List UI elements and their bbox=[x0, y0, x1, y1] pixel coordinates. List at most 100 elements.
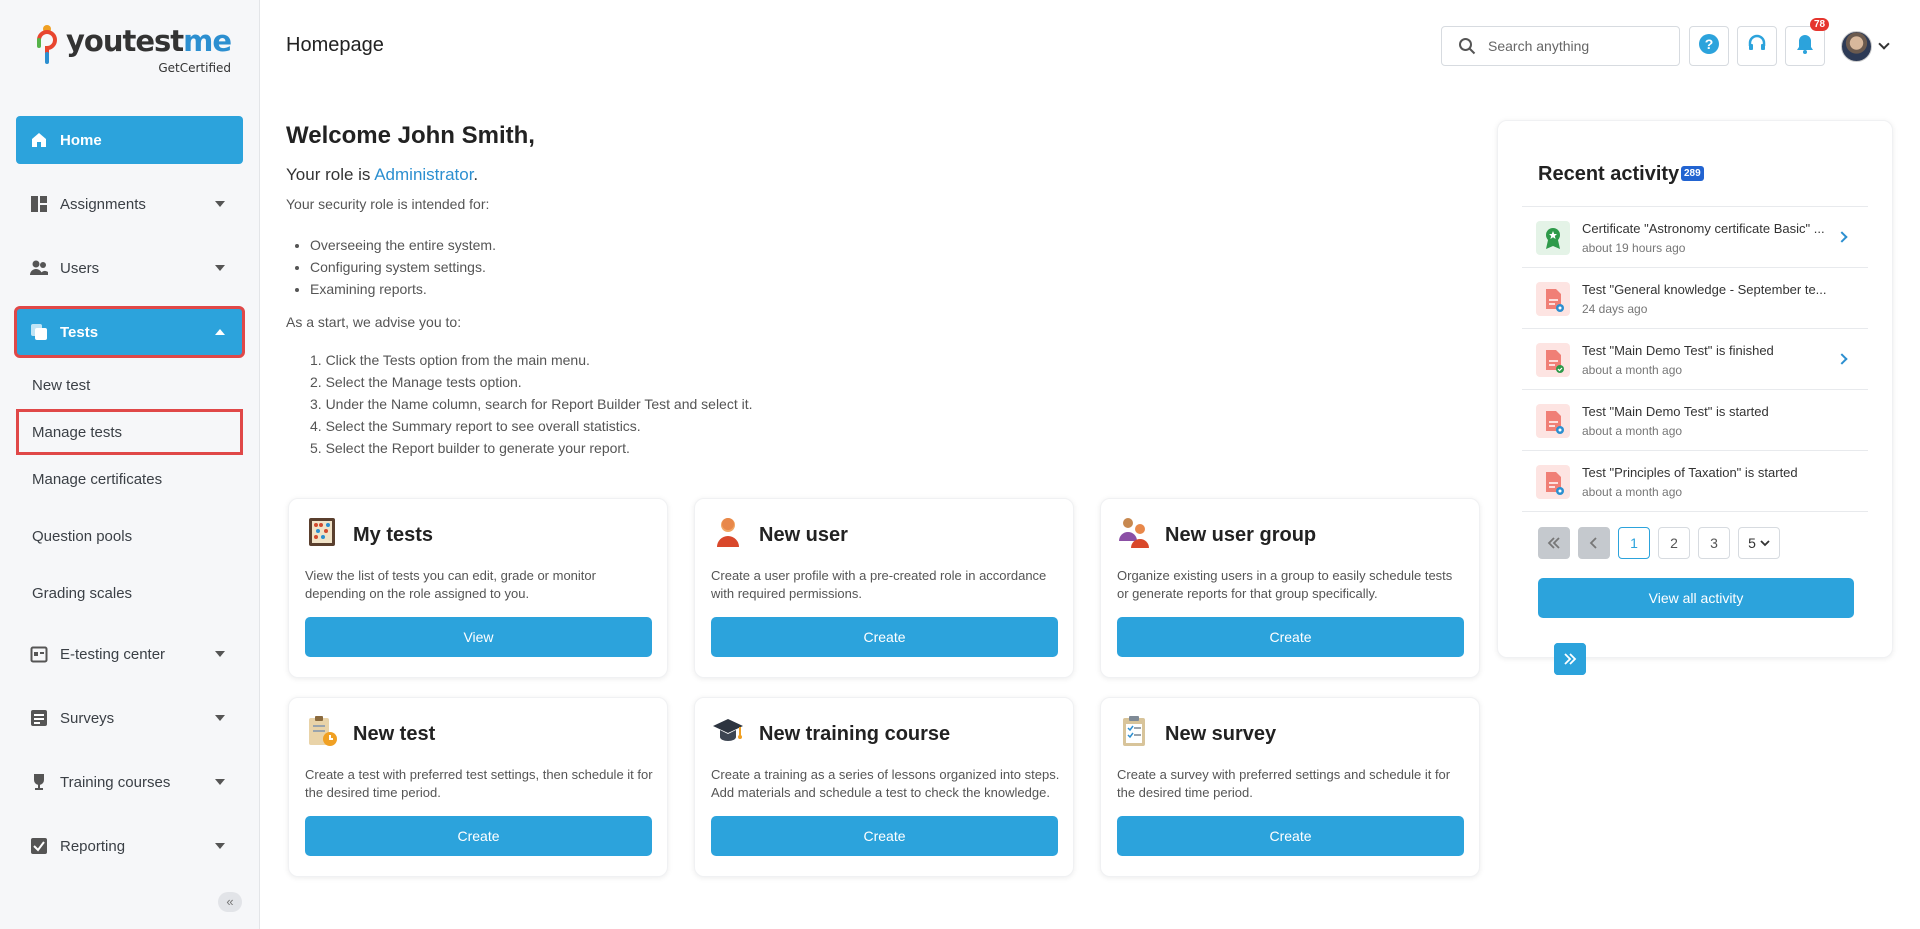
sidebar-item-label: E-testing center bbox=[60, 645, 166, 663]
activity-item[interactable]: Test "General knowledge - September te..… bbox=[1522, 268, 1868, 329]
avatar[interactable] bbox=[1841, 31, 1872, 62]
sidebar-subitem-question-pools[interactable]: Question pools bbox=[16, 513, 243, 559]
recent-activity-title: Recent activity bbox=[1538, 163, 1680, 185]
search-input[interactable]: Search anything bbox=[1441, 26, 1680, 66]
clipboard-clock-icon bbox=[305, 714, 339, 748]
sidebar-item-label: Home bbox=[60, 131, 102, 149]
pagination: 1 2 3 5 bbox=[1538, 527, 1780, 675]
activity-text: Test "General knowledge - September te..… bbox=[1582, 282, 1827, 297]
abacus-icon bbox=[305, 515, 339, 549]
intro-text: Your security role is intended for: bbox=[286, 196, 490, 212]
chevron-down-icon[interactable] bbox=[1878, 38, 1890, 50]
logo-subtitle: GetCertified bbox=[158, 61, 232, 75]
notifications-button[interactable] bbox=[1785, 26, 1825, 66]
dashboard-icon bbox=[30, 195, 48, 213]
svg-text:?: ? bbox=[1705, 36, 1714, 52]
sidebar-subitem-grading-scales[interactable]: Grading scales bbox=[16, 570, 243, 616]
activity-item[interactable]: Certificate "Astronomy certificate Basic… bbox=[1522, 207, 1868, 268]
list-item: Configuring system settings. bbox=[310, 256, 496, 278]
card-description: Create a test with preferred test settin… bbox=[305, 767, 653, 800]
welcome-heading: Welcome John Smith, bbox=[286, 122, 535, 149]
create-test-button[interactable]: Create bbox=[305, 816, 652, 856]
sidebar-item-training-courses[interactable]: Training courses bbox=[16, 758, 243, 806]
page-size-value: 5 bbox=[1748, 535, 1756, 551]
search-placeholder: Search anything bbox=[1488, 38, 1590, 54]
chevron-down-icon bbox=[1760, 540, 1770, 547]
card-description: View the list of tests you can edit, gra… bbox=[305, 568, 596, 601]
chevron-down-icon bbox=[215, 265, 225, 271]
bell-icon bbox=[1794, 33, 1816, 60]
card-title: My tests bbox=[353, 524, 434, 546]
chevron-right-icon[interactable] bbox=[1836, 231, 1848, 243]
sidebar-item-tests[interactable]: Tests bbox=[14, 306, 245, 358]
list-item: 5. Select the Report builder to generate… bbox=[310, 440, 630, 456]
sidebar-item-e-testing-center[interactable]: E-testing center bbox=[16, 630, 243, 678]
advise-text: As a start, we advise you to: bbox=[286, 314, 462, 330]
activity-item[interactable]: Test "Principles of Taxation" is started… bbox=[1522, 451, 1868, 512]
logo[interactable]: youtestme GetCertified bbox=[34, 24, 232, 75]
sidebar-item-label: Tests bbox=[60, 323, 99, 341]
create-training-course-button[interactable]: Create bbox=[711, 816, 1058, 856]
activity-time: about 19 hours ago bbox=[1582, 241, 1686, 255]
card-title: New survey bbox=[1165, 723, 1277, 745]
card-new-user-group: New user group Organize existing users i… bbox=[1100, 498, 1480, 678]
role-link[interactable]: Administrator bbox=[374, 165, 473, 184]
page-size-select[interactable]: 5 bbox=[1738, 527, 1780, 559]
support-button[interactable] bbox=[1737, 26, 1777, 66]
double-chevron-right-icon bbox=[1564, 653, 1577, 665]
card-title: New test bbox=[353, 723, 436, 745]
main-nav: Home Assignments Users Tests New test Ma… bbox=[14, 116, 245, 870]
view-all-activity-button[interactable]: View all activity bbox=[1538, 578, 1854, 618]
sidebar-item-surveys[interactable]: Surveys bbox=[16, 694, 243, 742]
logo-mark-icon bbox=[34, 24, 60, 72]
activity-text: Certificate "Astronomy certificate Basic… bbox=[1582, 221, 1825, 236]
help-button[interactable]: ? bbox=[1689, 26, 1729, 66]
sidebar: youtestme GetCertified Home Assignments … bbox=[0, 0, 260, 929]
sidebar-item-reporting[interactable]: Reporting bbox=[16, 822, 243, 870]
sidebar-item-label: Surveys bbox=[60, 709, 115, 727]
create-user-group-button[interactable]: Create bbox=[1117, 617, 1464, 657]
activity-text: Test "Main Demo Test" is started bbox=[1582, 404, 1769, 419]
view-my-tests-button[interactable]: View bbox=[305, 617, 652, 657]
checkbox-report-icon bbox=[30, 837, 48, 855]
survey-clipboard-icon bbox=[1117, 714, 1151, 748]
chevron-down-icon bbox=[215, 715, 225, 721]
sidebar-subitem-manage-tests[interactable]: Manage tests bbox=[16, 409, 243, 455]
sidebar-item-assignments[interactable]: Assignments bbox=[16, 180, 243, 228]
search-icon bbox=[1458, 37, 1476, 55]
home-icon bbox=[30, 131, 48, 149]
collapse-sidebar-button[interactable]: « bbox=[218, 892, 242, 912]
activity-text: Test "Principles of Taxation" is started bbox=[1582, 465, 1798, 480]
recent-activity-count-badge: 289 bbox=[1681, 166, 1704, 181]
sidebar-subitem-manage-certificates[interactable]: Manage certificates bbox=[16, 456, 243, 502]
test-document-icon bbox=[1536, 343, 1570, 377]
sidebar-subitem-new-test[interactable]: New test bbox=[16, 362, 243, 408]
create-user-button[interactable]: Create bbox=[711, 617, 1058, 657]
chevron-down-icon bbox=[215, 201, 225, 207]
page-2-button[interactable]: 2 bbox=[1658, 527, 1690, 559]
sidebar-item-home[interactable]: Home bbox=[16, 116, 243, 164]
users-icon bbox=[30, 259, 48, 277]
first-page-button[interactable] bbox=[1538, 527, 1570, 559]
user-icon bbox=[711, 515, 745, 549]
list-item: 4. Select the Summary report to see over… bbox=[310, 418, 641, 434]
page-3-button[interactable]: 3 bbox=[1698, 527, 1730, 559]
recent-activity-panel: Recent activity 289 Certificate "Astrono… bbox=[1497, 120, 1893, 675]
last-page-button[interactable] bbox=[1554, 643, 1586, 675]
prev-page-button[interactable] bbox=[1578, 527, 1610, 559]
page-title: Homepage bbox=[286, 34, 384, 56]
logo-text: youtestme bbox=[66, 24, 232, 58]
sidebar-item-label: Training courses bbox=[60, 773, 171, 791]
activity-item[interactable]: Test "Main Demo Test" is finished about … bbox=[1522, 329, 1868, 390]
trophy-icon bbox=[30, 773, 48, 791]
sidebar-item-label: Users bbox=[60, 259, 100, 277]
chevron-down-icon bbox=[215, 843, 225, 849]
page-1-button[interactable]: 1 bbox=[1618, 527, 1650, 559]
activity-item[interactable]: Test "Main Demo Test" is started about a… bbox=[1522, 390, 1868, 451]
chevron-right-icon[interactable] bbox=[1836, 353, 1848, 365]
test-document-icon bbox=[1536, 282, 1570, 316]
activity-time: about a month ago bbox=[1582, 424, 1683, 438]
sidebar-item-users[interactable]: Users bbox=[16, 244, 243, 292]
create-survey-button[interactable]: Create bbox=[1117, 816, 1464, 856]
activity-text: Test "Main Demo Test" is finished bbox=[1582, 343, 1774, 358]
